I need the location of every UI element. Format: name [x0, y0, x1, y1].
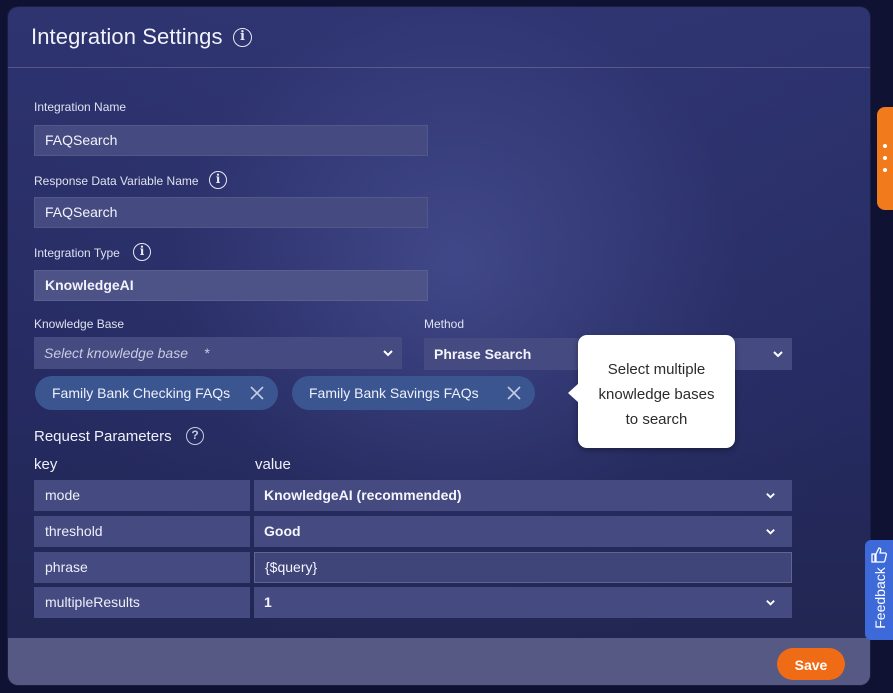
chip-label: Family Bank Savings FAQs [309, 385, 479, 401]
more-dot-icon [883, 156, 887, 160]
method-value: Phrase Search [434, 346, 532, 362]
chevron-down-icon [766, 600, 775, 606]
close-icon[interactable] [250, 386, 264, 400]
page-title: Integration Settings [31, 24, 223, 49]
param-key: phrase [34, 552, 250, 583]
knowledge-base-tooltip: Select multiple knowledge bases to searc… [568, 335, 735, 448]
response-variable-input[interactable]: FAQSearch [34, 197, 428, 228]
help-icon[interactable]: ? [186, 427, 204, 445]
key-column-header: key [34, 456, 58, 473]
integration-type-label: Integration Type [34, 246, 120, 260]
knowledge-base-chip: Family Bank Checking FAQs [35, 376, 278, 410]
param-value-select[interactable]: 1 [254, 587, 792, 618]
chevron-down-icon [383, 350, 393, 357]
method-label: Method [424, 317, 465, 331]
chevron-down-icon [766, 493, 775, 499]
tooltip-line: to search [625, 411, 688, 428]
param-value: Good [264, 523, 301, 539]
knowledge-base-chip: Family Bank Savings FAQs [292, 376, 535, 410]
more-dot-icon [883, 168, 887, 172]
knowledge-base-label: Knowledge Base [34, 317, 125, 331]
feedback-tab[interactable]: Feedback [865, 540, 893, 640]
panel-footer: Save [8, 638, 870, 685]
response-variable-info-icon[interactable]: i [209, 171, 227, 189]
integration-type-info-icon[interactable]: i [133, 243, 151, 261]
response-variable-label: Response Data Variable Name [34, 174, 199, 188]
info-icon[interactable]: i [233, 28, 252, 47]
value-column-header: value [255, 456, 291, 473]
tooltip-line: Select multiple [607, 361, 706, 378]
chevron-down-icon [766, 529, 775, 535]
panel-header: Integration Settings i [8, 7, 870, 68]
knowledge-base-select[interactable]: Select knowledge base * [34, 337, 402, 369]
param-value: 1 [264, 594, 272, 610]
side-menu-tab[interactable] [877, 107, 893, 210]
param-value-input[interactable]: {$query} [254, 552, 792, 583]
param-key: multipleResults [34, 587, 250, 618]
param-key: mode [34, 480, 250, 511]
close-icon[interactable] [507, 386, 521, 400]
integration-settings-panel: Integration Settings i Integration Name … [8, 7, 870, 685]
param-value-select[interactable]: KnowledgeAI (recommended) [254, 480, 792, 511]
knowledge-base-placeholder: Select knowledge base [44, 345, 188, 361]
integration-type-field: KnowledgeAI [34, 270, 428, 301]
integration-name-input[interactable]: FAQSearch [34, 125, 428, 156]
param-key: threshold [34, 516, 250, 547]
param-value-select[interactable]: Good [254, 516, 792, 547]
required-marker: * [203, 345, 210, 361]
param-value: KnowledgeAI (recommended) [264, 487, 462, 503]
tooltip-line: knowledge bases [598, 386, 715, 403]
more-dot-icon [883, 144, 887, 148]
feedback-label: Feedback [872, 567, 888, 629]
integration-name-label: Integration Name [34, 100, 127, 114]
chip-label: Family Bank Checking FAQs [52, 385, 231, 401]
save-button[interactable]: Save [777, 648, 845, 680]
chevron-down-icon [773, 351, 783, 358]
request-parameters-title: Request Parameters [34, 428, 172, 445]
